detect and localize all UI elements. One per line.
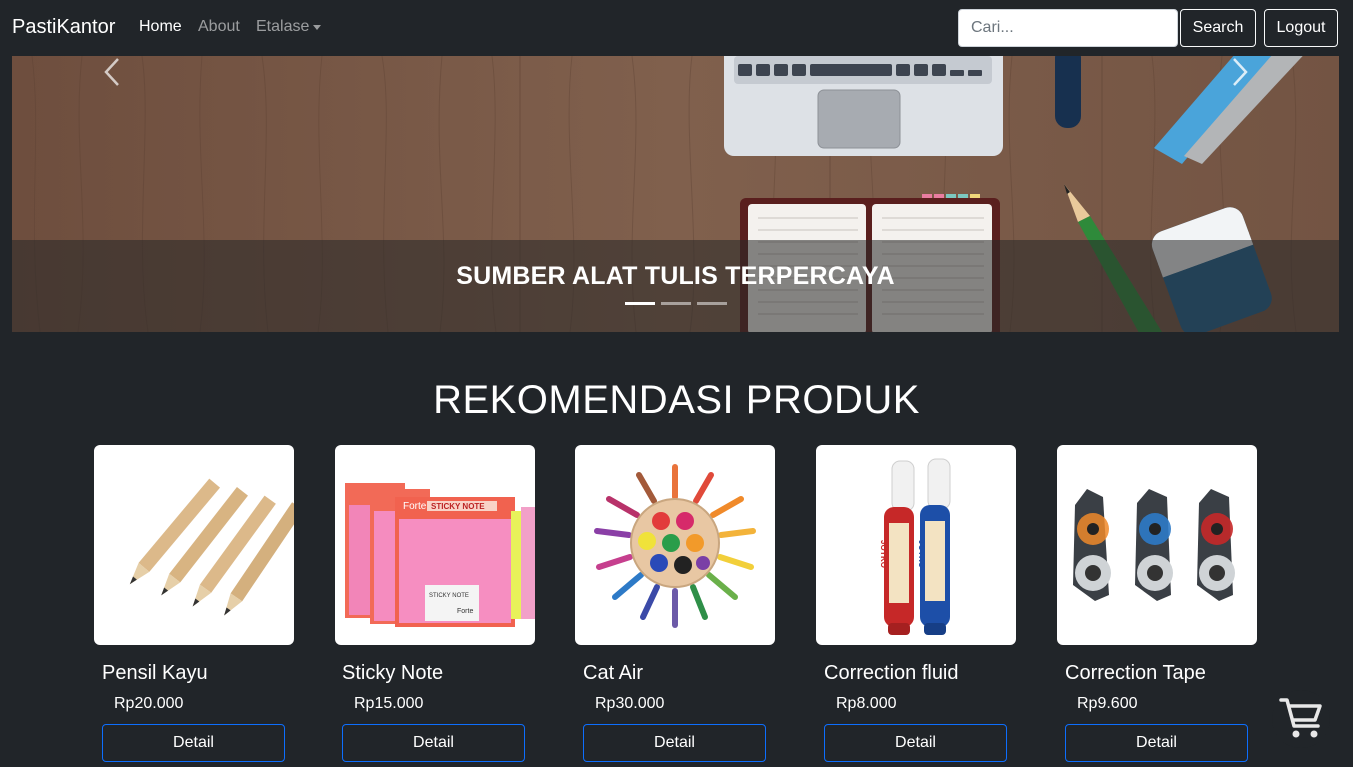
product-image-pensil-kayu[interactable]	[94, 445, 294, 645]
product-price: Rp20.000	[114, 695, 184, 712]
wooden-pencils-icon	[129, 478, 294, 616]
logout-button[interactable]: Logout	[1264, 9, 1338, 47]
pen-icon	[1055, 56, 1081, 128]
carousel-caption: SUMBER ALAT TULIS TERPERCAYA	[456, 262, 895, 290]
nav-dropdown-etalase[interactable]: Etalase	[256, 18, 322, 36]
detail-button-sticky-note[interactable]: Detail	[342, 724, 525, 762]
product-name: Cat Air	[583, 662, 644, 684]
svg-text:JOYKO: JOYKO	[879, 540, 888, 568]
detail-button-pensil-kayu[interactable]: Detail	[102, 724, 285, 762]
correction-tape-icon	[1073, 489, 1235, 601]
product-price: Rp9.600	[1077, 695, 1138, 712]
product-image-correction-tape[interactable]	[1057, 445, 1257, 645]
carousel-indicator-3[interactable]	[697, 302, 727, 305]
svg-text:Forte: Forte	[457, 608, 473, 615]
sticky-note-pack-icon: Forte STICKY NOTE STICKY NOTE Forte	[345, 483, 535, 627]
correction-pen-icon: JOYKO JOYKO	[879, 458, 951, 635]
navbar-brand[interactable]: PastiKantor	[12, 16, 115, 39]
product-name: Correction fluid	[824, 662, 959, 684]
detail-button-correction-fluid[interactable]: Detail	[824, 724, 1007, 762]
svg-text:STICKY NOTE: STICKY NOTE	[429, 593, 469, 599]
carousel-next-icon[interactable]	[1224, 56, 1254, 88]
section-title: REKOMENDASI PRODUK	[433, 378, 920, 422]
product-image-cat-air[interactable]	[575, 445, 775, 645]
watercolor-palette-icon	[594, 464, 756, 628]
nav-dropdown-etalase-label: Etalase	[256, 18, 310, 35]
product-name: Correction Tape	[1065, 662, 1206, 684]
navbar: PastiKantor Home About Etalase Search Lo…	[0, 0, 1353, 56]
product-price: Rp30.000	[595, 695, 665, 712]
search-button[interactable]: Search	[1180, 9, 1256, 47]
carousel-indicator-2[interactable]	[661, 302, 691, 305]
detail-button-correction-tape[interactable]: Detail	[1065, 724, 1248, 762]
carousel-indicator-1[interactable]	[625, 302, 655, 305]
detail-button-cat-air[interactable]: Detail	[583, 724, 766, 762]
nav-link-about[interactable]: About	[198, 18, 240, 36]
product-image-correction-fluid[interactable]: JOYKO JOYKO	[816, 445, 1016, 645]
svg-text:STICKY NOTE: STICKY NOTE	[431, 502, 485, 511]
nav-link-home[interactable]: Home	[139, 18, 182, 36]
hero-carousel: SUMBER ALAT TULIS TERPERCAYA	[12, 56, 1339, 332]
product-name: Sticky Note	[342, 662, 444, 684]
product-image-sticky-note[interactable]: Forte STICKY NOTE STICKY NOTE Forte	[335, 445, 535, 645]
svg-text:JOYKO: JOYKO	[917, 540, 926, 568]
search-input[interactable]	[958, 9, 1178, 47]
product-price: Rp8.000	[836, 695, 897, 712]
laptop-icon	[724, 56, 1003, 156]
shopping-cart-icon[interactable]	[1272, 690, 1330, 748]
carousel-prev-icon[interactable]	[98, 56, 128, 88]
product-name: Pensil Kayu	[102, 662, 208, 684]
caret-down-icon	[313, 24, 322, 30]
svg-text:Forte: Forte	[403, 501, 427, 512]
product-price: Rp15.000	[354, 695, 424, 712]
